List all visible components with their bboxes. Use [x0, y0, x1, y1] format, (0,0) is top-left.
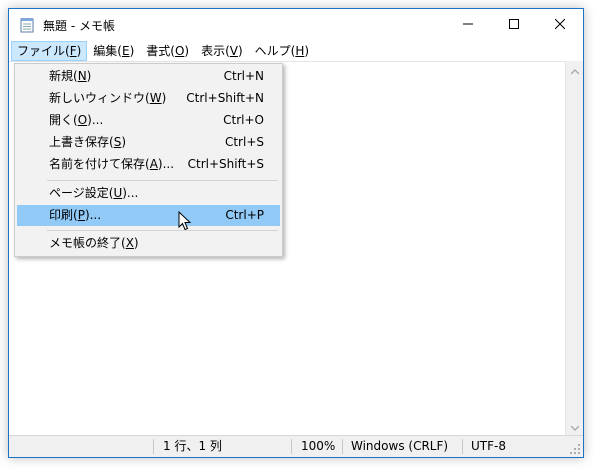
menu-file[interactable]: ファイル(F)	[11, 41, 88, 61]
close-button[interactable]	[537, 9, 583, 41]
file-menu-dropdown: 新規(N) Ctrl+N 新しいウィンドウ(W) Ctrl+Shift+N 開く…	[14, 63, 283, 257]
menu-separator	[47, 180, 278, 181]
menu-item-exit[interactable]: メモ帳の終了(X)	[17, 233, 280, 254]
menu-format[interactable]: 書式(O)	[140, 41, 195, 61]
menu-item-print[interactable]: 印刷(P)... Ctrl+P	[17, 205, 280, 226]
status-position: 1 行、1 列	[163, 439, 222, 453]
status-zoom: 100%	[301, 439, 336, 453]
scroll-up-button[interactable]	[566, 61, 583, 78]
menu-item-open[interactable]: 開く(O)... Ctrl+O	[17, 110, 280, 131]
menu-item-page-setup[interactable]: ページ設定(U)...	[17, 183, 280, 204]
menu-edit[interactable]: 編集(E)	[87, 41, 140, 61]
status-bar: 1 行、1 列 100% Windows (CRLF) UTF-8	[9, 435, 583, 457]
minimize-button[interactable]	[445, 9, 491, 41]
mouse-cursor-icon	[178, 210, 192, 231]
status-line-ending: Windows (CRLF)	[351, 439, 449, 453]
maximize-button[interactable]	[491, 9, 537, 41]
close-icon	[554, 18, 566, 32]
scroll-down-button[interactable]	[566, 418, 583, 435]
menu-item-save[interactable]: 上書き保存(S) Ctrl+S	[17, 132, 280, 153]
menu-separator	[47, 230, 278, 231]
shortcut-label: Ctrl+N	[223, 69, 264, 83]
menu-item-new[interactable]: 新規(N) Ctrl+N	[17, 66, 280, 87]
menu-help[interactable]: ヘルプ(H)	[249, 41, 315, 61]
vertical-scrollbar[interactable]	[565, 61, 583, 435]
status-encoding: UTF-8	[471, 439, 506, 453]
maximize-icon	[509, 18, 519, 32]
chevron-up-icon	[570, 63, 579, 77]
shortcut-label: Ctrl+S	[224, 135, 264, 149]
menu-view[interactable]: 表示(V)	[195, 41, 249, 61]
menu-item-save-as[interactable]: 名前を付けて保存(A)... Ctrl+Shift+S	[17, 154, 280, 175]
menu-item-new-window[interactable]: 新しいウィンドウ(W) Ctrl+Shift+N	[17, 88, 280, 109]
notepad-icon	[19, 17, 35, 33]
chevron-down-icon	[570, 420, 579, 434]
resize-grip-icon[interactable]	[569, 443, 581, 455]
shortcut-label: Ctrl+P	[225, 208, 264, 222]
shortcut-label: Ctrl+Shift+N	[186, 91, 264, 105]
shortcut-label: Ctrl+O	[223, 113, 264, 127]
title-bar[interactable]: 無題 - メモ帳	[9, 9, 583, 41]
shortcut-label: Ctrl+Shift+S	[187, 157, 264, 171]
menu-bar: ファイル(F) 編集(E) 書式(O) 表示(V) ヘルプ(H)	[9, 41, 583, 61]
window-title: 無題 - メモ帳	[43, 18, 115, 33]
minimize-icon	[463, 18, 473, 32]
